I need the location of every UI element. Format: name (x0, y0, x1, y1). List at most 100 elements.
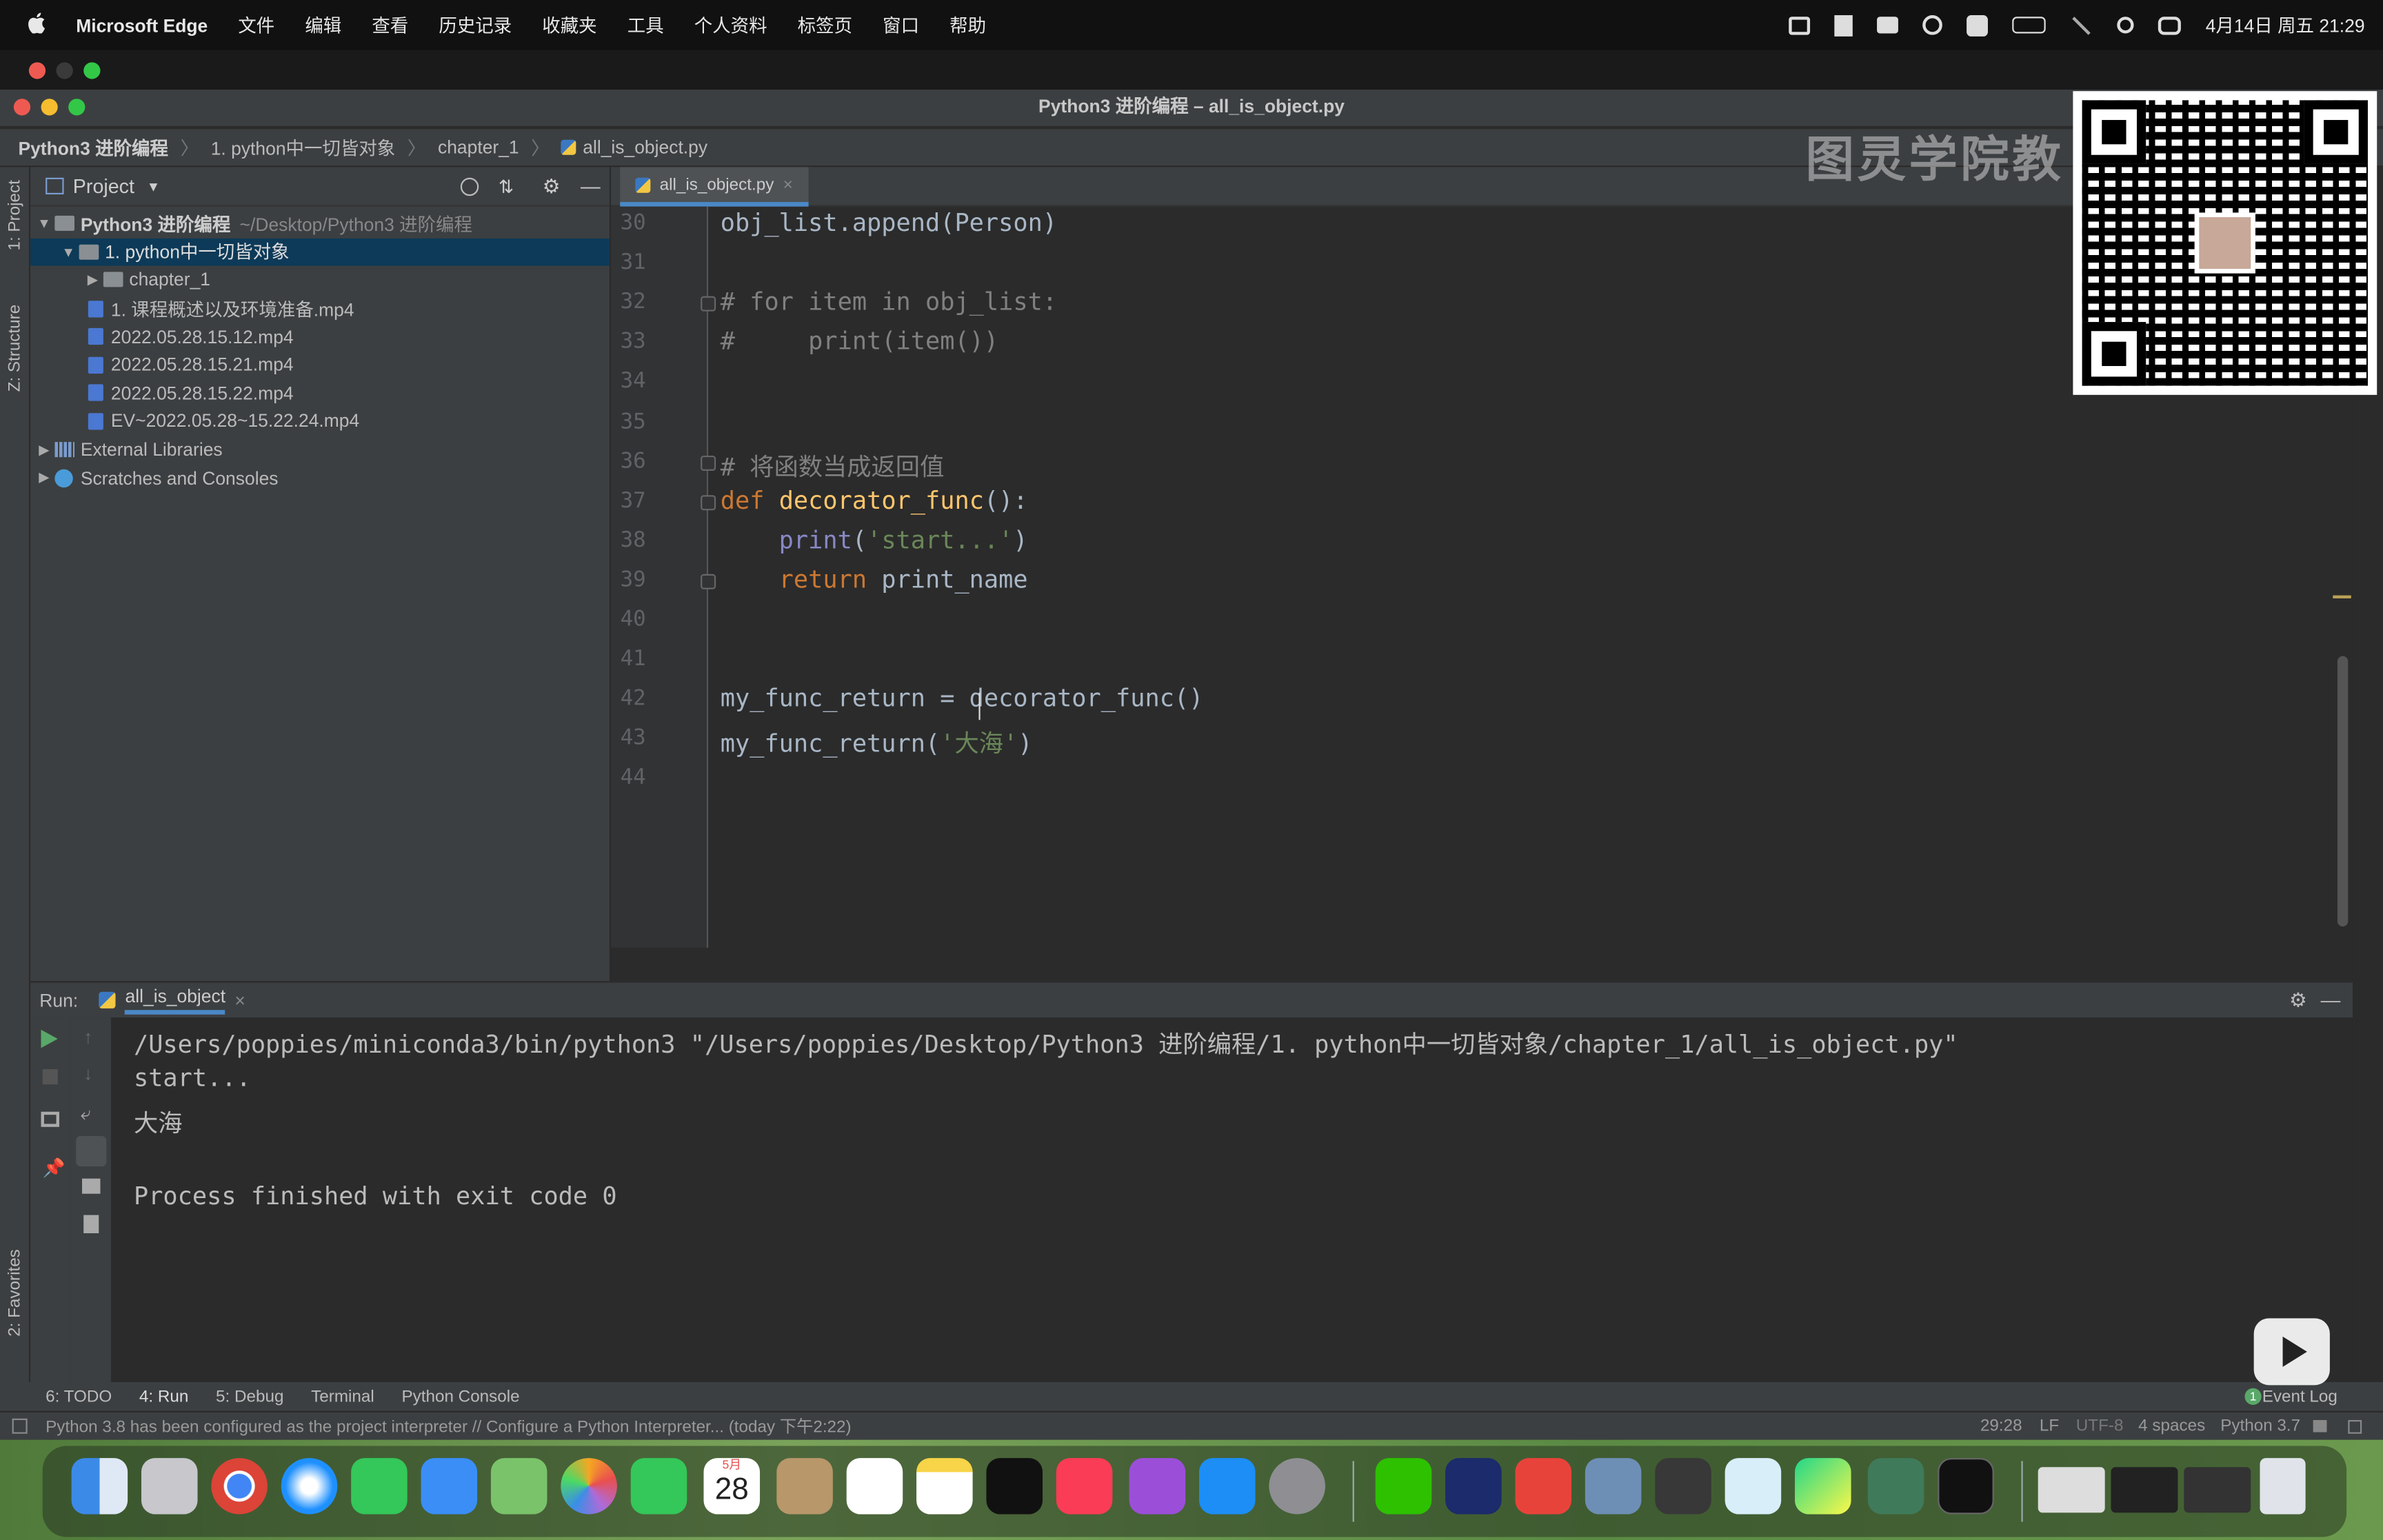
fold-marker-icon[interactable] (701, 494, 716, 510)
collapse-arrow-icon[interactable]: ▶ (82, 272, 103, 288)
tool-run[interactable]: 4: Run (139, 1388, 188, 1406)
locate-icon[interactable] (460, 176, 479, 196)
system-settings-icon[interactable] (1269, 1458, 1325, 1514)
tool-python-console[interactable]: Python Console (401, 1388, 519, 1406)
status-line-separator[interactable]: LF (2040, 1417, 2059, 1435)
minimized-window-icon[interactable] (2111, 1467, 2178, 1513)
code-line[interactable]: return print_name (721, 565, 1028, 594)
apple-tv-icon[interactable] (986, 1458, 1043, 1514)
menu-edit[interactable]: 编辑 (305, 12, 341, 38)
chrome-icon[interactable] (211, 1458, 268, 1514)
clock[interactable]: 4月14日 周五 21:29 (2206, 12, 2365, 38)
fold-marker-icon[interactable] (701, 296, 716, 312)
breadcrumb-folder[interactable]: 1. python中一切皆对象 (211, 134, 396, 160)
close-icon[interactable]: × (783, 175, 793, 193)
code-line[interactable]: # print(item()) (721, 327, 998, 356)
status-toggle-icon[interactable] (12, 1418, 28, 1434)
project-tool-button[interactable]: 1: Project (6, 180, 24, 250)
terminal-icon[interactable] (1938, 1458, 1994, 1514)
stop-icon[interactable] (42, 1069, 58, 1085)
status-message[interactable]: Python 3.8 has been configured as the pr… (46, 1414, 851, 1438)
code-line[interactable]: def decorator_func(): (721, 485, 1028, 514)
lock-icon[interactable] (2313, 1419, 2327, 1432)
ev-recorder-icon[interactable] (1725, 1458, 1782, 1514)
sublime-icon[interactable] (1655, 1458, 1711, 1514)
tool-todo[interactable]: 6: TODO (46, 1388, 112, 1406)
fold-marker-icon[interactable] (701, 455, 716, 471)
menu-favorites[interactable]: 收藏夹 (542, 12, 596, 38)
messages-icon[interactable] (351, 1458, 408, 1514)
status-indent[interactable]: 4 spaces (2138, 1417, 2205, 1435)
code-line[interactable]: # for item in obj_list: (721, 287, 1057, 316)
tree-item-video[interactable]: 2022.05.28.15.22.mp4 (30, 379, 610, 407)
tree-item-folder-selected[interactable]: ▼ 1. python中一切皆对象 (30, 238, 610, 266)
safari-icon[interactable] (281, 1458, 338, 1514)
breadcrumb-chapter[interactable]: chapter_1 (438, 136, 519, 158)
tree-item-video[interactable]: 2022.05.28.15.21.mp4 (30, 351, 610, 379)
status-encoding[interactable]: UTF-8 (2076, 1417, 2124, 1435)
trash-icon[interactable] (2260, 1458, 2306, 1514)
up-arrow-icon[interactable]: ↑ (83, 1026, 92, 1048)
run-tab[interactable]: all_is_object (125, 986, 226, 1015)
maps-icon[interactable] (490, 1458, 547, 1514)
hide-icon[interactable]: — (2321, 989, 2341, 1011)
menu-file[interactable]: 文件 (238, 12, 274, 38)
tool-terminal[interactable]: Terminal (311, 1388, 374, 1406)
tree-item-scratches[interactable]: ▶ Scratches and Consoles (30, 464, 610, 492)
tree-item-video[interactable]: 1. 课程概述以及环境准备.mp4 (30, 294, 610, 323)
breadcrumb-project[interactable]: Python3 进阶编程 (18, 134, 168, 160)
menu-history[interactable]: 历史记录 (439, 12, 512, 38)
preview-icon[interactable] (1585, 1458, 1642, 1514)
menu-tabs[interactable]: 标签页 (798, 12, 852, 38)
print-icon[interactable] (82, 1178, 101, 1194)
browser-maximize-button[interactable] (83, 62, 101, 79)
app-store-icon[interactable] (1199, 1458, 1256, 1514)
menu-tools[interactable]: 工具 (627, 12, 664, 38)
code-line[interactable]: obj_list.append(Person) (721, 208, 1057, 237)
expand-arrow-icon[interactable]: ▼ (58, 244, 79, 259)
menu-view[interactable]: 查看 (372, 12, 408, 38)
event-log-button[interactable]: Event Log (2262, 1388, 2337, 1406)
play-circle-icon[interactable] (1922, 15, 1943, 35)
tree-item-root[interactable]: ▼ Python3 进阶编程 ~/Desktop/Python3 进阶编程 (30, 210, 610, 238)
inspector-icon[interactable] (2348, 1419, 2362, 1433)
down-arrow-icon[interactable]: ↓ (83, 1063, 92, 1084)
search-icon[interactable] (2117, 17, 2135, 34)
mail-icon[interactable] (421, 1458, 478, 1514)
fold-marker-icon[interactable] (701, 574, 716, 589)
code-line[interactable]: print('start...') (721, 525, 1028, 554)
close-icon[interactable]: × (234, 989, 245, 1011)
tree-item-external-libraries[interactable]: ▶ External Libraries (30, 436, 610, 464)
menu-profile[interactable]: 个人资料 (694, 12, 767, 38)
menu-window[interactable]: 窗口 (883, 12, 919, 38)
code-line[interactable]: # 将函数当成返回值 (721, 446, 945, 483)
code-line[interactable]: my_func_return('大海') (721, 723, 1033, 760)
breadcrumb-file[interactable]: all_is_object.py (583, 136, 707, 158)
tree-item-video[interactable]: EV~2022.05.28~15.22.24.mp4 (30, 407, 610, 436)
code-line[interactable]: my_func_return = decorator_func() (721, 684, 1204, 713)
xmind-icon[interactable] (1515, 1458, 1572, 1514)
reminders-icon[interactable] (846, 1458, 903, 1514)
minimized-window-icon[interactable] (2184, 1467, 2251, 1513)
status-interpreter[interactable]: Python 3.7 (2220, 1417, 2300, 1435)
tab-all-is-object[interactable]: all_is_object.py × (620, 167, 808, 207)
contacts-icon[interactable] (776, 1458, 833, 1514)
browser-minimize-button[interactable] (56, 62, 73, 79)
wifi-off-icon[interactable] (2072, 16, 2091, 34)
expand-arrow-icon[interactable]: ▼ (33, 216, 54, 232)
screen-icon[interactable] (1789, 16, 1811, 34)
minimized-window-icon[interactable] (2038, 1467, 2105, 1513)
notes-icon[interactable] (916, 1458, 973, 1514)
chevron-down-icon[interactable]: ▼ (147, 179, 161, 194)
favorites-tool-button[interactable]: 2: Favorites (6, 1249, 24, 1337)
hide-icon[interactable]: — (581, 174, 601, 197)
minimize-button[interactable] (41, 99, 58, 116)
battery-icon[interactable] (2012, 17, 2047, 34)
launchpad-icon[interactable] (141, 1458, 198, 1514)
collapse-arrow-icon[interactable]: ▶ (33, 441, 54, 458)
status-position[interactable]: 29:28 (1980, 1417, 2022, 1435)
tree-item-chapter[interactable]: ▶ chapter_1 (30, 266, 610, 294)
music-icon[interactable] (1056, 1458, 1113, 1514)
tool-debug[interactable]: 5: Debug (216, 1388, 283, 1406)
gear-icon[interactable]: ⚙ (2289, 988, 2307, 1012)
